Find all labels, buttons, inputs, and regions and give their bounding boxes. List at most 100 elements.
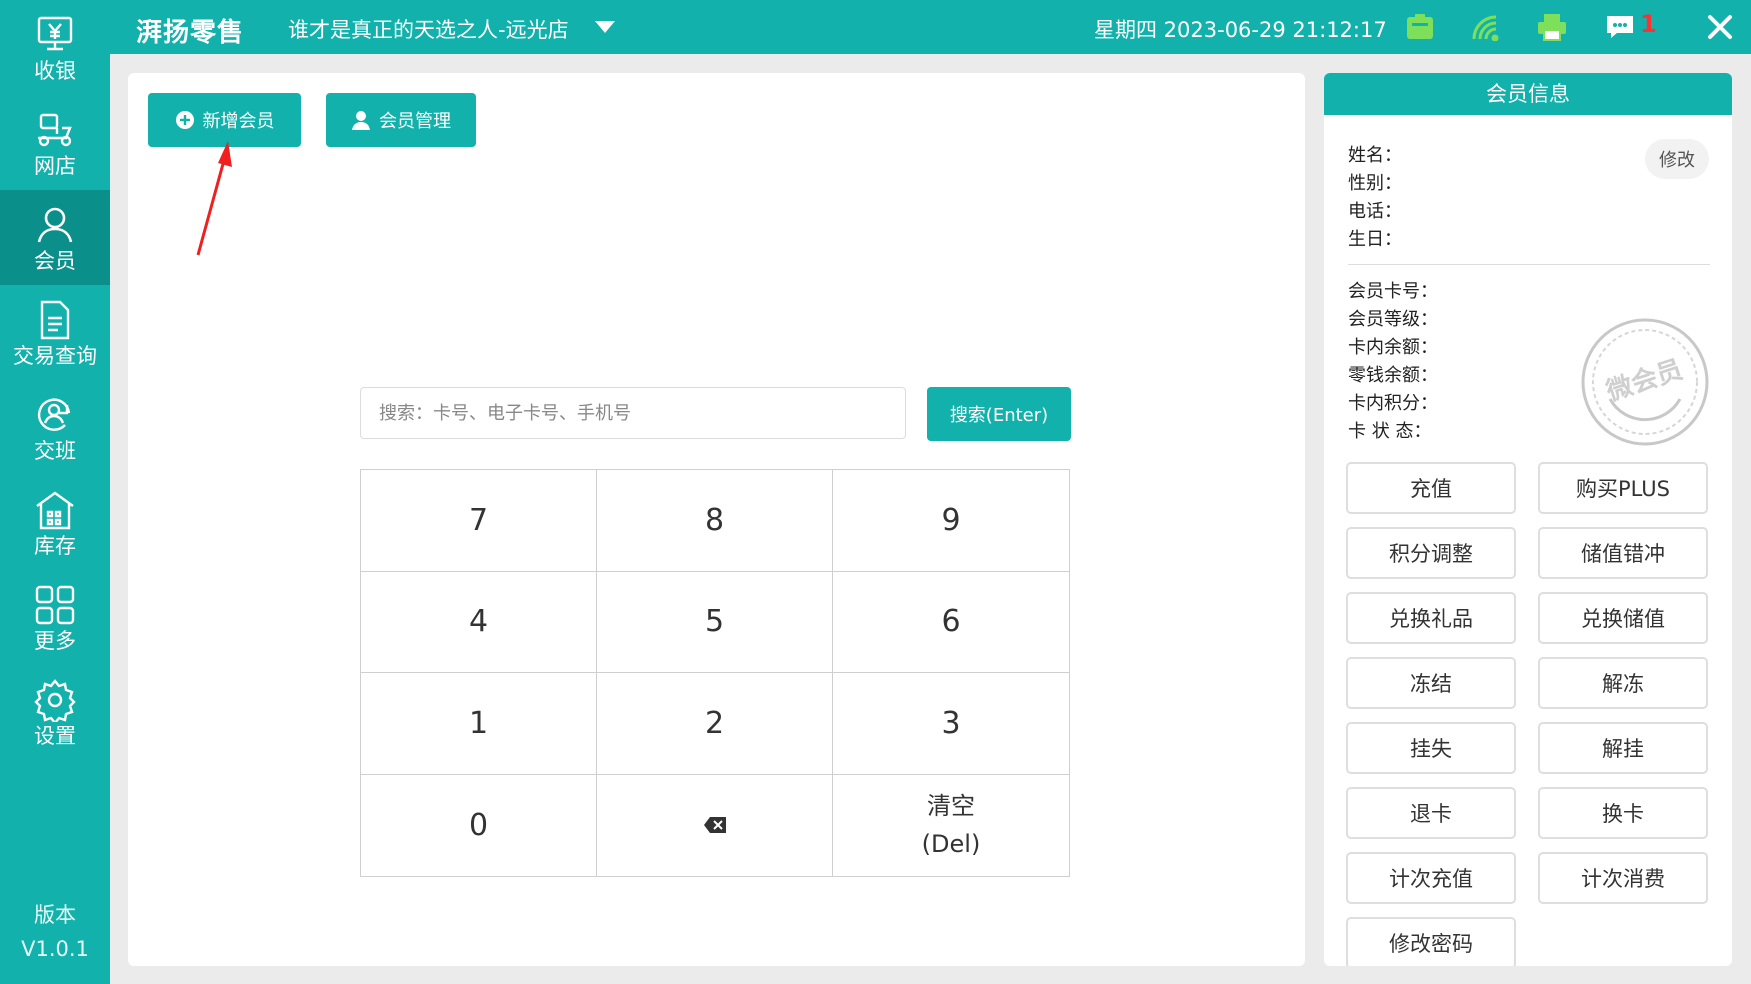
top-bar: 湃扬零售 谁才是真正的天选之人-远光店 星期四 2023-06-29 21:12… — [110, 0, 1751, 54]
backspace-icon — [703, 817, 726, 834]
keypad-key-0[interactable]: 0 — [361, 774, 597, 876]
keypad-key-1[interactable]: 1 — [361, 673, 597, 775]
keypad-key-9[interactable]: 9 — [833, 470, 1069, 572]
chevron-down-icon[interactable] — [594, 20, 616, 34]
keypad-key-2[interactable]: 2 — [597, 673, 833, 775]
key-label: 8 — [704, 502, 725, 538]
sidebar-item-member[interactable]: 会员 — [0, 190, 110, 285]
count-consume-button[interactable]: 计次消费 — [1538, 852, 1708, 904]
message-icon[interactable] — [1604, 12, 1636, 42]
keypad-key-4[interactable]: 4 — [361, 571, 597, 673]
keypad-key-6[interactable]: 6 — [833, 571, 1069, 673]
redeem-stored-value-button[interactable]: 兑换储值 — [1538, 592, 1708, 644]
key-label: 2 — [704, 705, 725, 741]
store-selector[interactable]: 谁才是真正的天选之人-远光店 — [288, 14, 569, 44]
keypad-clear-button[interactable]: 清空 (Del) — [833, 774, 1069, 876]
count-recharge-button[interactable]: 计次充值 — [1346, 852, 1516, 904]
shift-handover-icon — [37, 398, 71, 431]
freeze-button[interactable]: 冻结 — [1346, 657, 1516, 709]
info-card-points: 卡内积分： — [1348, 393, 1438, 414]
info-change-balance: 零钱余额： — [1348, 365, 1438, 386]
delivery-scooter-icon — [38, 113, 72, 146]
sidebar-item-label: 会员 — [34, 248, 76, 273]
key-label: 7 — [468, 502, 489, 538]
version-info: 版本 V1.0.1 — [0, 898, 110, 966]
sidebar: 收银 网店 会员 交易查询 交班 库存 更多 设置 版本 V1.0.1 — [0, 0, 110, 984]
key-label: 1 — [468, 705, 489, 741]
sidebar-item-label: 网店 — [34, 153, 76, 178]
gear-icon — [34, 678, 76, 722]
annotation-arrow — [196, 141, 232, 256]
keypad-key-7[interactable]: 7 — [361, 470, 597, 572]
member-search-input[interactable] — [360, 387, 906, 439]
sidebar-item-shift[interactable]: 交班 — [0, 380, 110, 475]
info-member-level: 会员等级： — [1348, 309, 1438, 330]
plus-circle-icon — [175, 111, 194, 129]
info-name: 姓名： — [1348, 145, 1402, 166]
points-adjust-button[interactable]: 积分调整 — [1346, 527, 1516, 579]
key-label: 3 — [941, 705, 961, 741]
sidebar-item-label: 库存 — [34, 533, 76, 558]
version-label: 版本 — [34, 903, 76, 927]
member-management-button[interactable]: 会员管理 — [326, 93, 476, 147]
grid-icon — [35, 585, 75, 624]
info-card-number: 会员卡号： — [1348, 281, 1438, 302]
close-icon[interactable] — [1704, 12, 1736, 42]
change-password-button[interactable]: 修改密码 — [1346, 917, 1516, 966]
recharge-button[interactable]: 充值 — [1346, 462, 1516, 514]
unfreeze-button[interactable]: 解冻 — [1538, 657, 1708, 709]
version-value: V1.0.1 — [21, 937, 89, 961]
sidebar-item-cashier[interactable]: 收银 — [0, 0, 110, 95]
keypad-key-3[interactable]: 3 — [833, 673, 1069, 775]
clear-label: 清空 — [927, 792, 975, 821]
cancel-loss-button[interactable]: 解挂 — [1538, 722, 1708, 774]
document-icon — [40, 300, 70, 339]
sidebar-item-label: 收银 — [34, 58, 76, 83]
numeric-keypad: 7 8 9 4 5 6 1 2 3 0 清空 (Del) — [360, 469, 1070, 877]
member-search-panel: 新增会员 会员管理 搜索(Enter) 7 8 9 4 5 6 1 2 3 0 … — [128, 73, 1305, 966]
sidebar-item-transactions[interactable]: 交易查询 — [0, 285, 110, 380]
message-count-badge: 1 — [1640, 10, 1657, 38]
return-card-button[interactable]: 退卡 — [1346, 787, 1516, 839]
clear-shortcut: (Del) — [921, 830, 981, 859]
sidebar-item-settings[interactable]: 设置 — [0, 665, 110, 760]
warehouse-icon — [36, 491, 74, 529]
key-label: 4 — [468, 604, 489, 640]
replace-card-button[interactable]: 换卡 — [1538, 787, 1708, 839]
sidebar-item-online-store[interactable]: 网店 — [0, 95, 110, 190]
datetime: 星期四 2023-06-29 21:12:17 — [1094, 18, 1387, 42]
wifi-icon[interactable] — [1470, 12, 1502, 42]
key-label: 0 — [468, 807, 489, 843]
stamp-text: 微会员 — [1602, 354, 1687, 408]
info-birthday: 生日： — [1348, 229, 1402, 250]
report-loss-button[interactable]: 挂失 — [1346, 722, 1516, 774]
app-brand: 湃扬零售 — [136, 18, 245, 48]
keypad-key-5[interactable]: 5 — [597, 571, 833, 673]
sidebar-item-label: 更多 — [34, 628, 76, 653]
info-gender: 性别： — [1348, 173, 1402, 194]
printer-icon[interactable] — [1536, 12, 1568, 42]
search-button[interactable]: 搜索(Enter) — [927, 387, 1071, 441]
sidebar-item-more[interactable]: 更多 — [0, 570, 110, 665]
edit-member-button[interactable]: 修改 — [1645, 139, 1709, 179]
micro-member-stamp-icon: 微会员 — [1581, 318, 1709, 446]
cashier-icon — [37, 16, 73, 50]
info-card-status: 卡 状 态： — [1348, 421, 1432, 442]
sidebar-item-label: 交易查询 — [13, 343, 97, 368]
cash-drawer-icon[interactable] — [1404, 12, 1436, 42]
buy-plus-button[interactable]: 购买PLUS — [1538, 462, 1708, 514]
stored-value-reversal-button[interactable]: 储值错冲 — [1538, 527, 1708, 579]
sidebar-item-label: 设置 — [34, 723, 76, 748]
key-label: 5 — [704, 604, 725, 640]
redeem-gift-button[interactable]: 兑换礼品 — [1346, 592, 1516, 644]
sidebar-item-label: 交班 — [34, 438, 76, 463]
keypad-key-8[interactable]: 8 — [597, 470, 833, 572]
sidebar-item-inventory[interactable]: 库存 — [0, 475, 110, 570]
member-icon — [37, 207, 73, 242]
search-button-label: 搜索(Enter) — [949, 405, 1049, 426]
info-card-balance: 卡内余额： — [1348, 337, 1438, 358]
keypad-backspace-button[interactable] — [597, 774, 833, 876]
key-label: 6 — [941, 604, 961, 640]
user-icon — [352, 111, 370, 130]
key-label: 9 — [941, 502, 961, 538]
